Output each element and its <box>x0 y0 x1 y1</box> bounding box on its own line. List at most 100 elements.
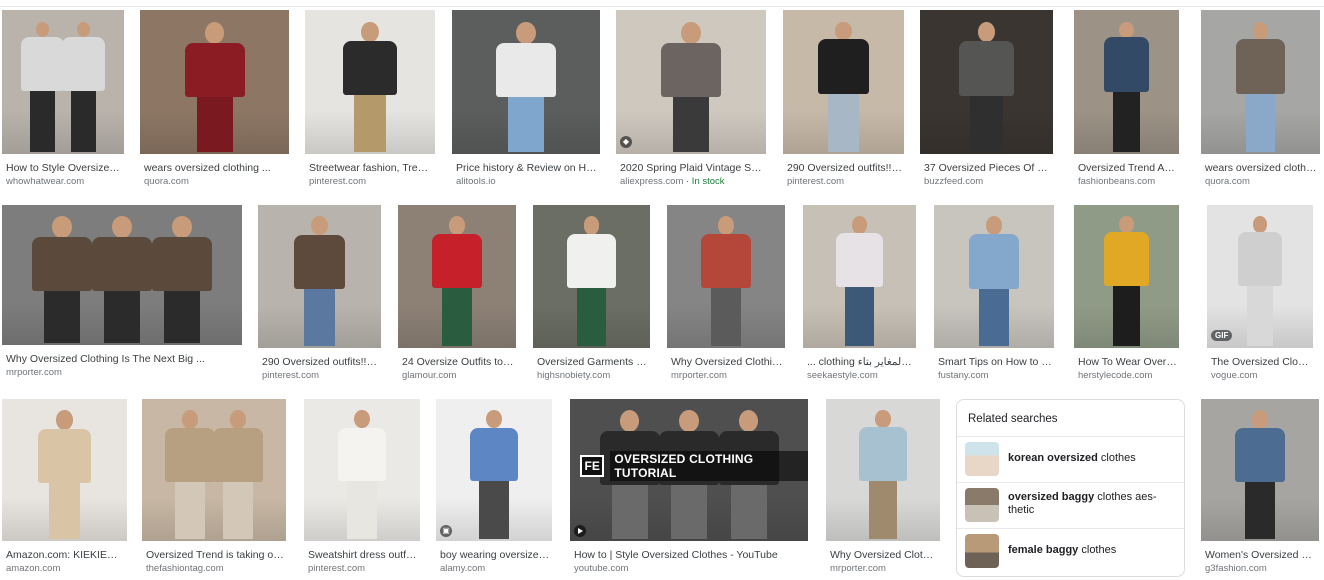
image-result[interactable]: 290 Oversized outfits!!! i... pinterest.c… <box>258 205 381 382</box>
image-result[interactable]: Why Oversized Clothing ... mrporter.com <box>667 205 785 382</box>
result-thumbnail[interactable] <box>803 205 916 348</box>
figure-top <box>61 36 105 92</box>
figure-head <box>718 216 734 235</box>
result-caption[interactable]: Why Oversized Clothing ... <box>671 356 783 368</box>
related-search-item[interactable]: oversized baggy clothes aes-thetic <box>957 482 1184 524</box>
result-caption[interactable]: 2020 Spring Plaid Vintage Shirt... <box>620 162 764 174</box>
figure-head <box>583 216 600 235</box>
image-result[interactable]: ◆ 2020 Spring Plaid Vintage Shirt... aliex… <box>616 10 766 188</box>
source-domain: amazon.com <box>6 563 61 574</box>
result-thumbnail[interactable]: FE OVERSIZED CLOTHING TUTORIAL <box>570 399 808 541</box>
result-thumbnail[interactable] <box>920 10 1053 154</box>
image-result[interactable]: 290 Oversized outfits!!! i... pinterest.c… <box>783 10 904 188</box>
image-result[interactable]: 37 Oversized Pieces Of Clo... buzzfeed.co… <box>920 10 1053 188</box>
result-thumbnail[interactable] <box>2 205 242 345</box>
source-domain: fustany.com <box>938 370 989 381</box>
result-thumbnail[interactable] <box>783 10 904 154</box>
result-thumbnail[interactable] <box>2 10 124 154</box>
related-search-item[interactable]: korean oversized clothes <box>957 436 1184 478</box>
image-result[interactable]: ▣ boy wearing oversized ... alamy.com <box>436 399 552 575</box>
result-caption[interactable]: Sweatshirt dress outfit... <box>308 549 418 561</box>
result-thumbnail[interactable] <box>934 205 1054 348</box>
figure-head <box>738 410 759 433</box>
image-result[interactable]: ... clothing النزعة المغاير بتاء seekaest… <box>803 205 916 382</box>
figure-head <box>1119 216 1134 233</box>
result-thumbnail[interactable] <box>258 205 381 348</box>
result-thumbnail[interactable] <box>2 399 127 541</box>
image-result[interactable]: Oversized Trend And St... fashionbeans.co… <box>1074 10 1179 188</box>
result-thumbnail[interactable]: GIF <box>1207 205 1313 348</box>
result-source: mrporter.com <box>671 370 783 381</box>
result-caption[interactable]: Women's Oversized Clo... <box>1205 549 1317 561</box>
result-caption[interactable]: How to Style Oversize Cl... <box>6 162 122 174</box>
result-source: g3fashion.com <box>1205 563 1317 574</box>
image-result[interactable]: Oversized Trend is taking over... thefash… <box>142 399 286 575</box>
result-source: quora.com <box>144 176 287 187</box>
result-thumbnail[interactable] <box>398 205 516 348</box>
result-caption[interactable]: Oversized Trend And St... <box>1078 162 1177 174</box>
result-thumbnail[interactable] <box>1201 10 1320 154</box>
result-caption[interactable]: Price history & Review on Hoo... <box>456 162 598 174</box>
figure-top <box>342 40 398 96</box>
result-thumbnail[interactable] <box>826 399 940 541</box>
figure-top <box>432 233 482 289</box>
result-caption[interactable]: How To Wear Oversize... <box>1078 356 1177 368</box>
image-result[interactable]: Smart Tips on How to St... fustany.com <box>934 205 1054 382</box>
related-search-label: oversized baggy clothes aes-thetic <box>1008 491 1157 516</box>
result-thumbnail[interactable] <box>1074 10 1179 154</box>
result-thumbnail[interactable] <box>1074 205 1179 348</box>
image-result[interactable]: Streetwear fashion, Trend... pinterest.co… <box>305 10 435 188</box>
result-thumbnail[interactable] <box>533 205 650 348</box>
result-caption[interactable]: Amazon.com: KIEKIECO... <box>6 549 125 561</box>
image-result[interactable]: FE OVERSIZED CLOTHING TUTORIAL How to | St… <box>570 399 808 575</box>
result-thumbnail[interactable]: ▣ <box>436 399 552 541</box>
result-caption[interactable]: wears oversized clothin... <box>1205 162 1318 174</box>
source-domain: highsnobiety.com <box>537 370 611 381</box>
image-result[interactable]: Price history & Review on Hoo... alitools… <box>452 10 600 188</box>
result-thumbnail[interactable] <box>667 205 785 348</box>
result-caption[interactable]: boy wearing oversized ... <box>440 549 550 561</box>
result-thumbnail[interactable] <box>304 399 420 541</box>
result-caption[interactable]: 24 Oversize Outfits to W... <box>402 356 514 368</box>
figure-top <box>212 428 264 483</box>
image-result[interactable]: wears oversized clothin... quora.com <box>1201 10 1320 188</box>
result-caption[interactable]: How to | Style Oversized Clothes - YouTu… <box>574 549 806 561</box>
image-result[interactable]: Why Oversized Clothing Is The Next Big .… <box>2 205 242 379</box>
result-caption[interactable]: Why Oversized Clothing Is The Next Big .… <box>6 353 240 365</box>
result-caption[interactable]: ... clothing النزعة المغاير بتاء <box>807 356 914 368</box>
result-caption[interactable]: wears oversized clothing ... <box>144 162 287 174</box>
result-thumbnail[interactable]: ◆ <box>616 10 766 154</box>
source-domain: pinterest.com <box>787 176 845 187</box>
image-result[interactable]: GIF The Oversized Clothes ... vogue.com <box>1207 205 1313 382</box>
image-result[interactable]: Women's Oversized Clo... g3fashion.com <box>1201 399 1319 575</box>
result-thumbnail[interactable] <box>142 399 286 541</box>
image-result[interactable]: How To Wear Oversize... herstylecode.com <box>1074 205 1179 382</box>
result-caption[interactable]: Why Oversized Clothin... <box>830 549 938 561</box>
image-result[interactable]: 24 Oversize Outfits to W... glamour.com <box>398 205 516 382</box>
result-caption[interactable]: 290 Oversized outfits!!! i... <box>262 356 379 368</box>
related-search-item[interactable]: female baggy clothes <box>957 528 1184 570</box>
result-caption[interactable]: 290 Oversized outfits!!! i... <box>787 162 902 174</box>
result-caption[interactable]: 37 Oversized Pieces Of Clo... <box>924 162 1051 174</box>
image-result[interactable]: Sweatshirt dress outfit... pinterest.com <box>304 399 420 575</box>
figure-head <box>679 410 699 433</box>
image-result[interactable]: Why Oversized Clothin... mrporter.com <box>826 399 940 575</box>
result-caption[interactable]: The Oversized Clothes ... <box>1211 356 1311 368</box>
result-thumbnail[interactable] <box>452 10 600 154</box>
image-result[interactable]: Oversized Garments M... highsnobiety.com <box>533 205 650 382</box>
result-source: alamy.com <box>440 563 550 574</box>
result-caption[interactable]: Oversized Trend is taking over... <box>146 549 284 561</box>
result-thumbnail[interactable] <box>140 10 289 154</box>
figure-head <box>311 216 328 236</box>
image-result[interactable]: How to Style Oversize Cl... whowhatwear.c… <box>2 10 124 188</box>
result-caption[interactable]: Smart Tips on How to St... <box>938 356 1052 368</box>
result-thumbnail[interactable] <box>305 10 435 154</box>
result-source: highsnobiety.com <box>537 370 648 381</box>
image-result[interactable]: wears oversized clothing ... quora.com <box>140 10 289 188</box>
result-thumbnail[interactable] <box>1201 399 1319 541</box>
result-caption[interactable]: Oversized Garments M... <box>537 356 648 368</box>
related-thumb <box>965 442 999 476</box>
image-result[interactable]: Amazon.com: KIEKIECO... amazon.com <box>2 399 127 575</box>
result-caption[interactable]: Streetwear fashion, Trend... <box>309 162 433 174</box>
figure-bottom <box>222 482 254 539</box>
